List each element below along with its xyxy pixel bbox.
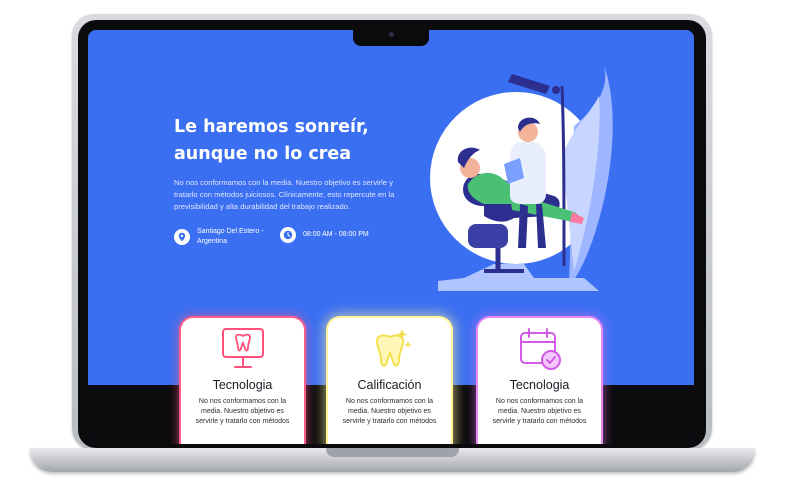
sparkling-tooth-icon bbox=[375, 329, 412, 367]
feature-card-text: No nos conformamos con la media. Nuestro… bbox=[492, 398, 587, 425]
hero-title-line-1: Le haremos sonreír, bbox=[174, 117, 369, 137]
feature-card[interactable]: Tecnologia No nos conformamos con la med… bbox=[181, 318, 304, 444]
map-pin-icon bbox=[174, 229, 190, 245]
dentist-illustration bbox=[430, 66, 613, 291]
clock-icon bbox=[280, 227, 296, 243]
location-text: Santiago Del Estero - Argentina bbox=[197, 227, 264, 247]
feature-card-text: No nos conformamos con la media. Nuestro… bbox=[342, 398, 437, 425]
camera-icon bbox=[389, 32, 394, 37]
feature-card-title: Tecnologia bbox=[212, 378, 273, 392]
feature-card-title: Calificación bbox=[357, 378, 422, 392]
calendar-check-icon bbox=[520, 328, 561, 370]
hours-text: 08:00 AM - 08:00 PM bbox=[303, 231, 369, 238]
feature-card-text: No nos conformamos con la media. Nuestro… bbox=[195, 398, 290, 425]
location-line-2: Argentina bbox=[197, 238, 227, 245]
location-line-1: Santiago Del Estero - bbox=[197, 228, 264, 235]
hero-title-line-2: aunque no lo crea bbox=[174, 144, 352, 164]
feature-card[interactable]: Tecnologia No nos conformamos con la med… bbox=[478, 318, 601, 444]
feature-card[interactable]: Calificación No nos conformamos con la m… bbox=[328, 318, 451, 444]
feature-card-title: Tecnologia bbox=[509, 378, 570, 392]
hero-title: Le haremos sonreír, aunque no lo crea bbox=[174, 114, 404, 168]
laptop-mockup: Le haremos sonreír, aunque no lo crea No… bbox=[0, 0, 785, 495]
hero-description: No nos conformamos con la media. Nuestro… bbox=[174, 178, 395, 211]
laptop-base-groove bbox=[326, 448, 459, 457]
monitor-tooth-icon bbox=[222, 328, 264, 368]
location-info: Santiago Del Estero - Argentina bbox=[174, 227, 264, 247]
website-screen: Le haremos sonreír, aunque no lo crea No… bbox=[88, 30, 694, 444]
hours-info: 08:00 AM - 08:00 PM bbox=[280, 227, 369, 243]
